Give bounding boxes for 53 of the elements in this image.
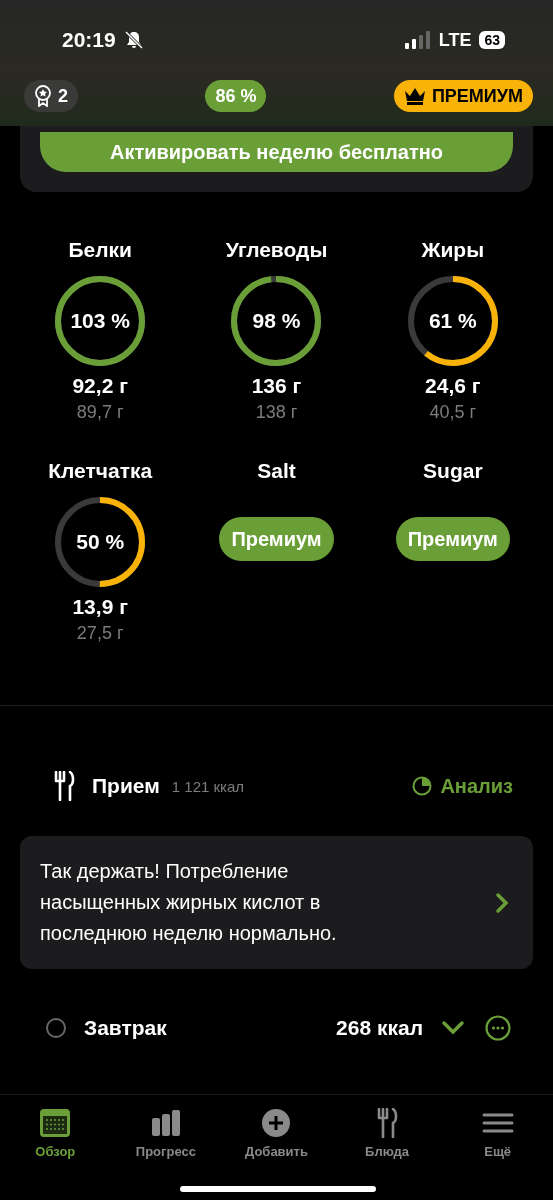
nutrient-percent: 61 % [428, 309, 477, 333]
nutrient-percent: 98 % [252, 309, 301, 333]
nutrient-name: Salt [257, 459, 296, 483]
tab-item[interactable]: Добавить [231, 1107, 322, 1167]
nutrient-name: Sugar [423, 459, 483, 483]
nutrient-name: Белки [68, 238, 132, 262]
score-pill[interactable]: 86 % [205, 80, 267, 112]
calendar-icon [39, 1108, 72, 1138]
nutrient-percent: 50 % [76, 530, 125, 554]
network-type: LTE [438, 29, 472, 51]
nutrient-target: 138 г [255, 402, 298, 423]
premium-button[interactable]: ПРЕМИУМ [393, 80, 533, 112]
meal-calories: 268 ккал [336, 1016, 423, 1040]
premium-unlock-button[interactable]: Премиум [219, 517, 334, 561]
tab-item[interactable]: Блюда [342, 1107, 433, 1167]
nutrient-name: Жиры [421, 238, 485, 262]
nutrient-target: 27,5 г [76, 623, 124, 644]
tab-item[interactable]: Прогресс [120, 1107, 211, 1167]
pie-chart-icon [412, 776, 433, 796]
nutrient-target: 89,7 г [76, 402, 124, 423]
battery-level: 63 [479, 31, 505, 49]
clock-time: 20:19 [62, 28, 116, 52]
meals-calories: 1 121 ккал [171, 777, 245, 795]
more-icon[interactable] [485, 1015, 511, 1041]
meal-name: Завтрак [84, 1016, 168, 1040]
nutrient-name: Клетчатка [48, 459, 153, 483]
analysis-link[interactable]: Анализ [412, 774, 513, 798]
signal-icon [404, 31, 431, 49]
tab-item[interactable]: Ещё [452, 1107, 543, 1167]
nutrient-amount: 24,6 г [425, 374, 481, 398]
nutrient-target: 40,5 г [429, 402, 477, 423]
crown-icon [403, 87, 426, 105]
nutrient-amount: 136 г [251, 374, 302, 398]
meals-title: Прием [92, 774, 160, 798]
tab-item[interactable]: Обзор [10, 1107, 101, 1167]
nutrient-amount: 13,9 г [72, 595, 128, 619]
tip-card[interactable]: Так держать! Потребление насыщенных жирных кислот в последнюю неделю нормально. [20, 836, 533, 969]
nutrient-percent: 103 % [70, 309, 130, 333]
nutrient-name: Углеводы [225, 238, 328, 262]
badge-count: 2 [58, 85, 68, 107]
meal-radio[interactable] [46, 1018, 66, 1038]
bar-chart-icon [149, 1108, 182, 1138]
chevron-down-icon[interactable] [441, 1020, 465, 1036]
activate-button[interactable]: Активировать неделю бесплатно [40, 132, 513, 172]
premium-label: ПРЕМИУМ [431, 85, 523, 107]
nutrient-amount: 92,2 г [72, 374, 128, 398]
muted-bell-icon [123, 30, 144, 50]
add-icon [260, 1108, 293, 1138]
chevron-right-icon [495, 891, 509, 914]
tip-text: Так держать! Потребление насыщенных жирных кислот в последнюю неделю нормально. [40, 859, 338, 946]
award-icon [34, 85, 52, 107]
premium-unlock-button[interactable]: Премиум [395, 517, 510, 561]
award-badge[interactable]: 2 [24, 80, 78, 112]
